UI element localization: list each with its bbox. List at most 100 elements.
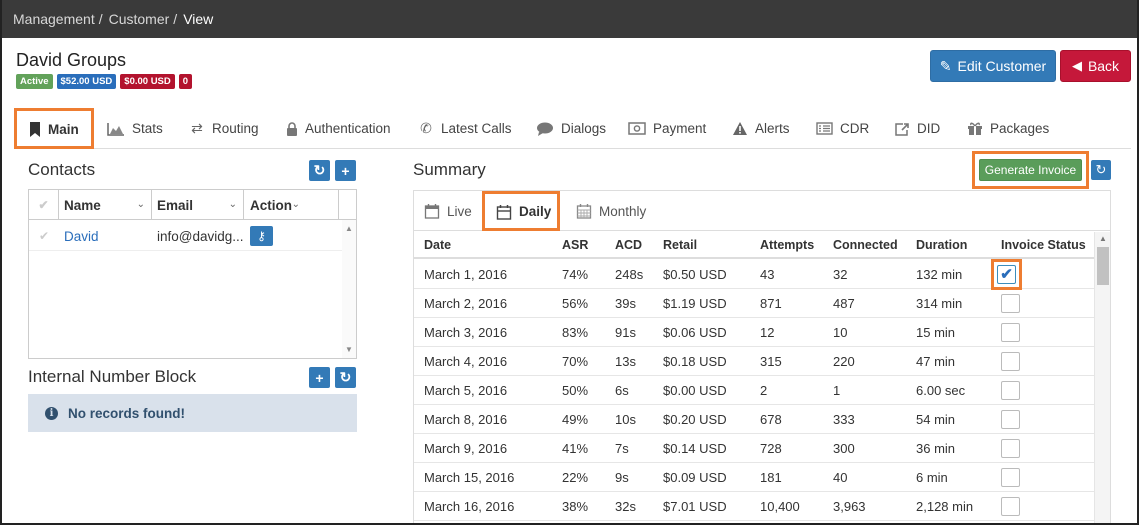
tab-cdr[interactable]: CDR bbox=[816, 108, 869, 149]
tab-alerts[interactable]: Alerts bbox=[732, 108, 790, 149]
row-duration: 15 min bbox=[916, 324, 956, 340]
breadcrumb-management[interactable]: Management bbox=[13, 11, 95, 27]
tab-main[interactable]: Main bbox=[14, 108, 94, 149]
contacts-scrollbar[interactable]: ▲ ▼ bbox=[342, 220, 356, 358]
scroll-down-icon[interactable]: ▼ bbox=[345, 345, 353, 354]
count-badge: 0 bbox=[178, 74, 193, 89]
invoice-status-cell bbox=[1001, 463, 1020, 491]
col-connected[interactable]: Connected bbox=[833, 232, 898, 257]
table-row: March 15, 2016 22% 9s $0.09 USD 181 40 6 min bbox=[414, 463, 1094, 492]
back-button[interactable]: ◀ Back bbox=[1060, 50, 1131, 82]
contact-name-link[interactable]: David bbox=[64, 221, 99, 251]
col-asr[interactable]: ASR bbox=[562, 232, 588, 257]
scroll-up-icon[interactable]: ▲ bbox=[1099, 234, 1107, 243]
summary-table-header: Date ASR ACD Retail Attempts Connected D… bbox=[414, 232, 1094, 259]
bookmark-icon bbox=[30, 121, 40, 137]
table-row: March 2, 2016 56% 39s $1.19 USD 871 487 314 mi… bbox=[414, 289, 1094, 318]
row-retail: $0.50 USD bbox=[663, 266, 727, 282]
invoice-status-checkbox[interactable]: ✔ bbox=[997, 264, 1016, 284]
summary-refresh-button[interactable]: ↻ bbox=[1091, 160, 1111, 180]
row-asr: 74% bbox=[562, 266, 589, 282]
col-attempts[interactable]: Attempts bbox=[760, 232, 814, 257]
col-acd[interactable]: ACD bbox=[615, 232, 642, 257]
subtab-daily[interactable]: Daily bbox=[482, 191, 560, 231]
add-contact-button[interactable]: + bbox=[335, 160, 356, 181]
row-acd: 248s bbox=[615, 266, 644, 282]
tab-payment[interactable]: Payment bbox=[628, 108, 706, 149]
generate-invoice-button[interactable]: Generate Invoice bbox=[979, 159, 1082, 181]
row-date: March 1, 2016 bbox=[424, 266, 508, 282]
invoice-status-checkbox[interactable] bbox=[1001, 496, 1020, 516]
no-records-alert: i No records found! bbox=[28, 394, 357, 432]
col-retail[interactable]: Retail bbox=[663, 232, 697, 257]
tab-dialogs[interactable]: Dialogs bbox=[536, 108, 606, 149]
invoice-status-checkbox[interactable] bbox=[1001, 438, 1020, 458]
breadcrumb-bar: Management / Customer / View bbox=[0, 0, 1139, 38]
row-connected: 300 bbox=[833, 440, 855, 456]
invoice-status-checkbox[interactable] bbox=[1001, 380, 1020, 400]
invoice-status-cell bbox=[1001, 318, 1020, 346]
col-action[interactable]: Action ⌄ bbox=[244, 190, 339, 220]
invoice-status-checkbox[interactable] bbox=[1001, 322, 1020, 342]
calendar-o-icon bbox=[424, 204, 440, 219]
row-duration: 132 min bbox=[916, 266, 963, 282]
invoice-status-checkbox[interactable] bbox=[1001, 409, 1020, 429]
add-number-block-button[interactable]: + bbox=[309, 367, 330, 388]
row-acd: 91s bbox=[615, 324, 636, 340]
tab-routing[interactable]: ⇄ Routing bbox=[189, 108, 258, 149]
row-date: March 9, 2016 bbox=[424, 440, 508, 456]
row-checkbox[interactable]: ✔ bbox=[29, 221, 59, 251]
col-invoice-status[interactable]: Invoice Status bbox=[1001, 232, 1086, 257]
list-alt-icon bbox=[816, 122, 833, 135]
invoice-checkbox-wrap bbox=[1001, 496, 1020, 516]
lock-icon bbox=[287, 121, 297, 136]
contacts-refresh-button[interactable]: ↻ bbox=[309, 160, 330, 181]
invoice-status-checkbox[interactable] bbox=[1001, 467, 1020, 487]
invoice-status-cell bbox=[1001, 347, 1020, 375]
invoice-status-cell bbox=[1001, 434, 1020, 462]
tab-main-label: Main bbox=[48, 121, 79, 137]
scroll-up-icon[interactable]: ▲ bbox=[345, 224, 353, 233]
breadcrumb: Management / Customer / View bbox=[13, 11, 214, 27]
col-duration[interactable]: Duration bbox=[916, 232, 967, 257]
subtab-live[interactable]: Live bbox=[424, 191, 472, 231]
subtab-daily-label: Daily bbox=[519, 204, 552, 219]
col-name[interactable]: Name ⌄ bbox=[59, 190, 152, 220]
col-email[interactable]: Email ⌄ bbox=[152, 190, 244, 220]
calendar-icon bbox=[496, 204, 512, 220]
tab-authentication[interactable]: Authentication bbox=[286, 108, 391, 149]
invoice-status-checkbox[interactable] bbox=[1001, 351, 1020, 371]
edit-customer-button[interactable]: ✎ Edit Customer bbox=[930, 50, 1056, 82]
row-connected: 32 bbox=[833, 266, 848, 282]
row-asr: 41% bbox=[562, 440, 589, 456]
invoice-status-checkbox[interactable] bbox=[1001, 293, 1020, 313]
row-duration: 47 min bbox=[916, 353, 956, 369]
row-acd: 9s bbox=[615, 469, 629, 485]
chevron-down-icon: ⌄ bbox=[291, 199, 300, 210]
number-block-refresh-button[interactable]: ↻ bbox=[335, 367, 356, 388]
summary-scrollbar[interactable]: ▲ bbox=[1094, 232, 1110, 525]
row-duration: 36 min bbox=[916, 440, 956, 456]
row-connected: 10 bbox=[833, 324, 848, 340]
tab-latest-calls[interactable]: ✆ Latest Calls bbox=[418, 108, 511, 149]
calendar-grid-icon bbox=[576, 204, 592, 219]
row-connected: 333 bbox=[833, 411, 855, 427]
table-row: March 3, 2016 83% 91s $0.06 USD 12 10 15 min bbox=[414, 318, 1094, 347]
tab-did[interactable]: DID bbox=[894, 108, 940, 149]
summary-panel: Live Daily Monthly Date ASR ACD Retail A… bbox=[413, 190, 1111, 525]
col-date[interactable]: Date bbox=[424, 232, 451, 257]
contacts-table: ✔ Name ⌄ Email ⌄ Action ⌄ ✔ David info@davi… bbox=[28, 189, 357, 359]
row-retail: $0.09 USD bbox=[663, 469, 727, 485]
row-asr: 83% bbox=[562, 324, 589, 340]
table-row: March 4, 2016 70% 13s $0.18 USD 315 220 47 min bbox=[414, 347, 1094, 376]
tab-stats[interactable]: Stats bbox=[107, 108, 163, 149]
scroll-thumb[interactable] bbox=[1097, 247, 1109, 285]
subtab-monthly[interactable]: Monthly bbox=[576, 191, 646, 231]
row-date: March 5, 2016 bbox=[424, 382, 508, 398]
select-all-checkbox[interactable]: ✔ bbox=[29, 190, 59, 220]
tab-packages[interactable]: Packages bbox=[967, 108, 1049, 149]
invoice-status-cell: ✔ bbox=[991, 258, 1022, 290]
key-button[interactable]: ⚷ bbox=[250, 226, 273, 246]
status-badge: Active bbox=[16, 74, 53, 89]
breadcrumb-customer[interactable]: Customer bbox=[109, 11, 170, 27]
